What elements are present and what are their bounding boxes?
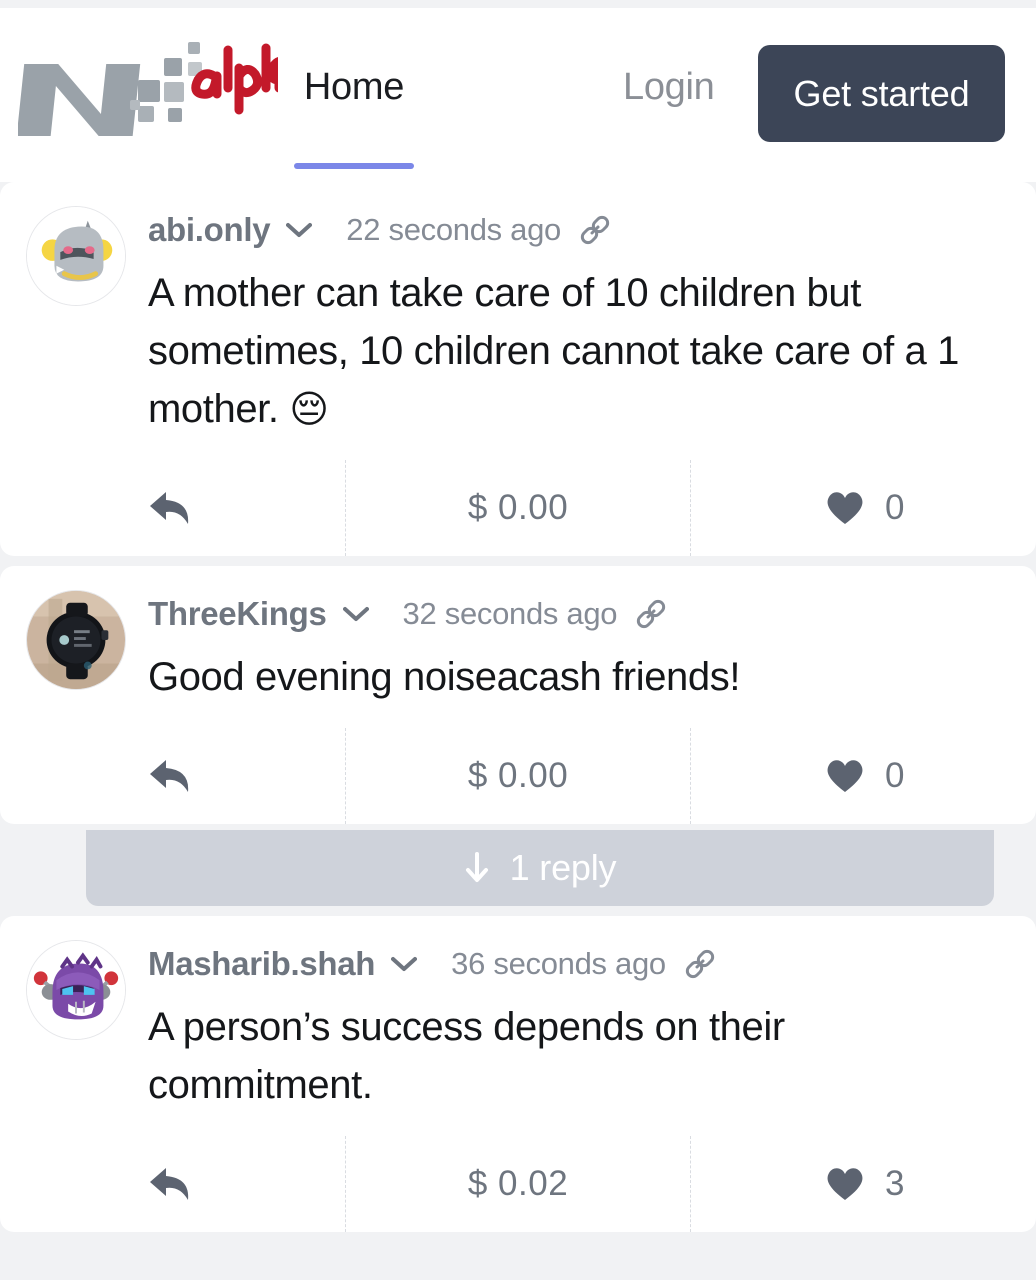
- post-card: abi.only 22 seconds ago A mother can tak…: [0, 182, 1036, 557]
- post-username[interactable]: abi.only: [148, 211, 271, 249]
- post-text: Good evening noiseacash friends!: [148, 648, 1010, 706]
- reply-button[interactable]: [0, 728, 345, 824]
- reply-button[interactable]: [0, 1136, 345, 1232]
- post-text: A person’s success depends on their comm…: [148, 998, 1010, 1114]
- like-count: 0: [884, 488, 905, 528]
- like-button[interactable]: 0: [690, 728, 1036, 825]
- chevron-down-icon[interactable]: [342, 606, 369, 622]
- status-strip: [0, 0, 1036, 8]
- chevron-down-icon[interactable]: [391, 956, 418, 972]
- avatar[interactable]: [26, 590, 126, 691]
- reply-arrow-icon: [150, 492, 189, 525]
- post-header: abi.only 22 seconds ago A mother can tak…: [26, 204, 1010, 438]
- chevron-down-icon[interactable]: [286, 222, 313, 238]
- avatar[interactable]: [26, 206, 126, 306]
- heart-icon: [827, 1168, 863, 1201]
- post-meta: Masharib.shah 36 seconds ago: [148, 944, 1010, 984]
- post-username[interactable]: ThreeKings: [148, 595, 327, 633]
- tip-amount[interactable]: $ 0.02: [344, 1136, 691, 1233]
- post-body: Masharib.shah 36 seconds ago A person’s …: [148, 938, 1010, 1114]
- aggron-avatar-icon: [27, 207, 125, 305]
- get-started-button[interactable]: Get started: [758, 45, 1005, 142]
- avatar[interactable]: [26, 940, 126, 1041]
- post-body: abi.only 22 seconds ago A mother can tak…: [148, 204, 1010, 438]
- like-count: 0: [884, 756, 905, 796]
- post-timestamp: 22 seconds ago: [346, 212, 561, 247]
- post-timestamp: 32 seconds ago: [402, 596, 618, 632]
- tip-amount-label: $ 0.00: [467, 488, 569, 528]
- heart-icon: [827, 492, 863, 525]
- post-emoji: 😔: [289, 389, 329, 431]
- top-navigation-bar: Home Login Get started: [0, 0, 1036, 182]
- post-card: Masharib.shah 36 seconds ago A person’s …: [0, 916, 1036, 1233]
- post-body: ThreeKings 32 seconds ago Good evening n…: [148, 588, 1010, 706]
- post-text: A mother can take care of 10 children bu…: [148, 264, 1010, 438]
- post-actions: $ 0.00 0: [0, 460, 1036, 557]
- reply-arrow-icon: [150, 1168, 189, 1201]
- nav-login-label: Login: [623, 66, 715, 108]
- site-logo[interactable]: [18, 28, 278, 148]
- tip-amount[interactable]: $ 0.00: [344, 460, 691, 557]
- logo-graphic: [18, 42, 278, 136]
- link-icon[interactable]: [635, 598, 667, 630]
- post-text-content: Good evening noiseacash friends!: [148, 655, 741, 700]
- post-meta: ThreeKings 32 seconds ago: [148, 594, 1010, 634]
- nav-item-home[interactable]: Home: [294, 66, 414, 109]
- arrow-down-icon: [465, 852, 488, 883]
- reply-arrow-icon: [150, 760, 189, 793]
- tip-amount-label: $ 0.00: [467, 756, 569, 796]
- nav-item-login[interactable]: Login: [623, 66, 715, 109]
- post-header: Masharib.shah 36 seconds ago A person’s …: [26, 938, 1010, 1114]
- post-header: ThreeKings 32 seconds ago Good evening n…: [26, 588, 1010, 706]
- post-text-content: A mother can take care of 10 children bu…: [148, 271, 959, 431]
- smartwatch-photo-avatar-icon: [27, 591, 125, 690]
- nav-home-label: Home: [303, 66, 405, 108]
- link-icon[interactable]: [579, 214, 611, 246]
- get-started-label: Get started: [793, 72, 970, 114]
- post-text-content: A person’s success depends on their comm…: [148, 1005, 785, 1108]
- post-card: ThreeKings 32 seconds ago Good evening n…: [0, 566, 1036, 825]
- post-feed: abi.only 22 seconds ago A mother can tak…: [0, 182, 1036, 1233]
- link-icon[interactable]: [684, 948, 716, 980]
- probopass-avatar-icon: [27, 941, 125, 1040]
- post-meta: abi.only 22 seconds ago: [148, 210, 1010, 250]
- show-replies-button[interactable]: 1 reply: [86, 830, 994, 907]
- tip-amount-label: $ 0.02: [467, 1164, 569, 1204]
- reply-button[interactable]: [0, 460, 345, 556]
- post-actions: $ 0.00 0: [0, 728, 1036, 825]
- show-replies-label: 1 reply: [509, 847, 617, 889]
- like-count: 3: [884, 1164, 905, 1204]
- tip-amount[interactable]: $ 0.00: [344, 728, 691, 825]
- post-actions: $ 0.02 3: [0, 1136, 1036, 1233]
- post-timestamp: 36 seconds ago: [451, 946, 666, 982]
- like-button[interactable]: 0: [690, 460, 1036, 557]
- heart-icon: [827, 760, 863, 793]
- nav-active-indicator: [294, 163, 414, 169]
- like-button[interactable]: 3: [690, 1136, 1036, 1233]
- post-username[interactable]: Masharib.shah: [148, 945, 375, 983]
